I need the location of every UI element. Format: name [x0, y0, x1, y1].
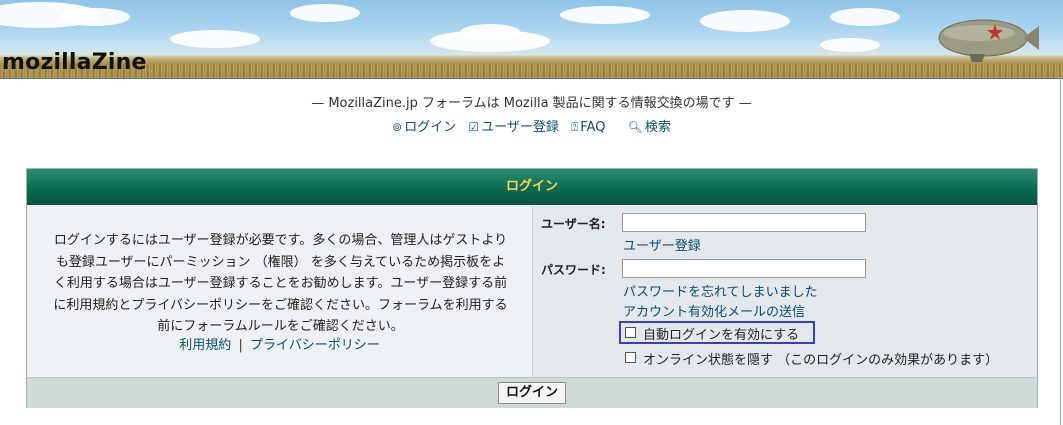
register-link[interactable]: ユーザー登録: [623, 235, 701, 254]
login-form-cell: ユーザー名: ユーザー登録 パスワード: パスワードを忘れてしまいました アカウ…: [533, 206, 1037, 377]
nav-login-link[interactable]: ⊚ ログイン: [392, 120, 456, 135]
forgot-password-link[interactable]: パスワードを忘れてしまいました: [623, 281, 818, 300]
link-separator: |: [238, 338, 243, 353]
register-icon: ☑: [468, 120, 480, 134]
faq-icon: ⍰: [571, 120, 579, 134]
header-divider: [0, 78, 1063, 79]
password-input[interactable]: [622, 259, 866, 278]
site-tagline: — MozillaZine.jp フォーラムは Mozilla 製品に関する情報…: [311, 96, 752, 111]
hide-online-label: オンライン状態を隠す （このログインのみ効果があります）: [643, 353, 999, 368]
login-submit-button[interactable]: ログイン: [498, 382, 566, 404]
grass-strip: [0, 64, 1063, 78]
top-nav: ⊚ ログイン ☑ ユーザー登録 ⍰ FAQ 🔍︎ 検索: [0, 116, 1063, 135]
site-header-banner: mozillaZine: [0, 0, 1063, 78]
policy-links: 利用規約 | プライバシーポリシー: [27, 334, 532, 353]
password-label: パスワード:: [541, 263, 606, 277]
login-icon: ⊚: [392, 120, 403, 134]
nav-register-link[interactable]: ☑ ユーザー登録: [468, 120, 559, 135]
autologin-checkbox[interactable]: [625, 327, 636, 338]
search-icon: 🔍︎: [627, 120, 643, 134]
login-panel: ログイン ログインするにはユーザー登録が必要です。多くの場合、管理人はゲストより…: [26, 168, 1038, 408]
privacy-policy-link[interactable]: プライバシーポリシー: [250, 338, 380, 353]
hide-online-checkbox[interactable]: [625, 352, 636, 363]
site-logo[interactable]: mozillaZine: [2, 50, 147, 75]
username-label: ユーザー名:: [541, 217, 606, 231]
resend-activation-link[interactable]: アカウント有効化メールの送信: [623, 301, 805, 320]
login-panel-title: ログイン: [27, 169, 1037, 205]
username-input[interactable]: [622, 213, 866, 232]
nav-search-link[interactable]: 🔍︎ 検索: [628, 120, 671, 135]
login-description: ログインするにはユーザー登録が必要です。多くの場合、管理人はゲストより も登録ユ…: [53, 233, 508, 334]
zeppelin-icon: [938, 19, 1039, 62]
nav-faq-link[interactable]: ⍰ FAQ: [571, 120, 605, 135]
autologin-label: 自動ログインを有効にする: [643, 328, 800, 343]
terms-link[interactable]: 利用規約: [179, 338, 231, 353]
login-info-cell: ログインするにはユーザー登録が必要です。多くの場合、管理人はゲストより も登録ユ…: [27, 206, 533, 377]
login-panel-footer: ログイン: [27, 377, 1037, 408]
